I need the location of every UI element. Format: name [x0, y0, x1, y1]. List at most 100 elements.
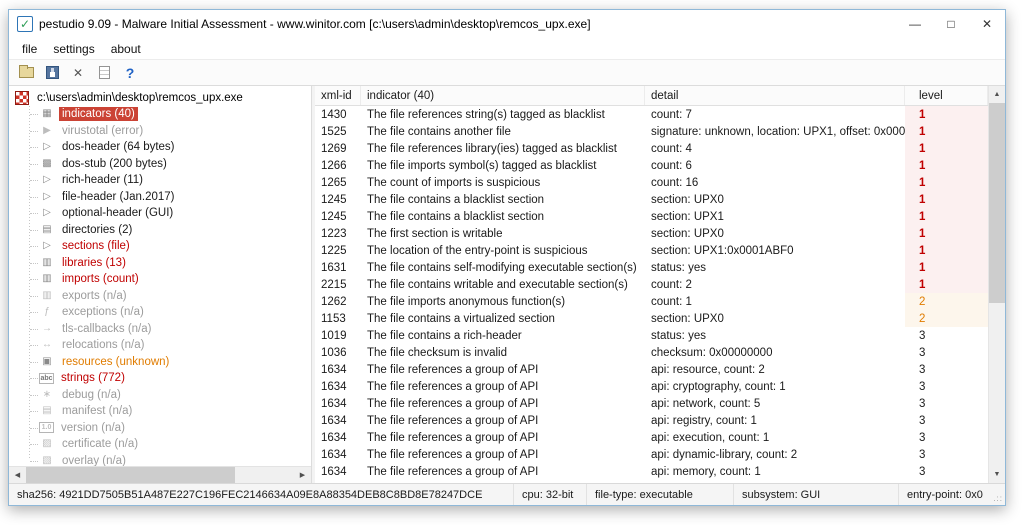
- cell-level: 2: [905, 310, 988, 327]
- statusbar: sha256: 4921DD7505B51A487E227C196FEC2146…: [9, 483, 1005, 505]
- tree-item-label: indicators (40): [59, 107, 138, 122]
- table-row[interactable]: 1269 The file references library(ies) tag…: [315, 140, 988, 157]
- table-row[interactable]: 1153 The file contains a virtualized sect…: [315, 310, 988, 327]
- menu-file[interactable]: file: [14, 40, 45, 58]
- table-row[interactable]: 1634 The file references a group of API ap…: [315, 429, 988, 446]
- cell-xml-id: 1265: [321, 176, 347, 189]
- table-row[interactable]: 2215 The file contains writable and execu…: [315, 276, 988, 293]
- scroll-right-arrow-icon[interactable]: ▶: [294, 467, 311, 483]
- version-icon: 1.0: [39, 422, 54, 434]
- tree-item-exports[interactable]: ▥ exports (n/a): [22, 288, 311, 305]
- table-row[interactable]: 1634 The file references a group of API ap…: [315, 378, 988, 395]
- tree-item-label: certificate (n/a): [62, 438, 139, 451]
- tree-item-file-header[interactable]: ▷ file-header (Jan.2017): [22, 189, 311, 206]
- menu-about[interactable]: about: [103, 40, 149, 58]
- tree-item-label: exports (n/a): [62, 289, 127, 302]
- tree-item-overlay[interactable]: ▧ overlay (n/a): [22, 453, 311, 466]
- tree-item-exceptions[interactable]: ƒ exceptions (n/a): [22, 304, 311, 321]
- close-file-button[interactable]: ✕: [67, 62, 89, 84]
- cell-xml-id: 1634: [321, 431, 347, 444]
- table-row[interactable]: 1266 The file imports symbol(s) tagged as…: [315, 157, 988, 174]
- vscroll-track[interactable]: [989, 103, 1005, 466]
- menu-settings[interactable]: settings: [45, 40, 102, 58]
- document-icon: [98, 66, 110, 79]
- open-file-button[interactable]: [15, 62, 37, 84]
- table-row[interactable]: 1225 The location of the entry-point is s…: [315, 242, 988, 259]
- scroll-left-arrow-icon[interactable]: ◀: [9, 467, 26, 483]
- tree-item-version[interactable]: 1.0 version (n/a): [22, 420, 311, 437]
- table-row[interactable]: 1634 The file references a group of API ap…: [315, 463, 988, 480]
- table-row[interactable]: 1036 The file checksum is invalid checksum…: [315, 344, 988, 361]
- cell-level: 3: [919, 329, 926, 342]
- cell-indicator: The file imports symbol(s) tagged as bla…: [367, 159, 597, 172]
- tree-item-indicators[interactable]: ▦ indicators (40): [22, 106, 311, 123]
- tree-root-file[interactable]: c:\users\admin\desktop\remcos_upx.exe: [13, 89, 311, 106]
- table-row[interactable]: 1262 The file imports anonymous function(…: [315, 293, 988, 310]
- tree-item-relocations[interactable]: ↔ relocations (n/a): [22, 337, 311, 354]
- tree-item-debug[interactable]: ∗ debug (n/a): [22, 387, 311, 404]
- tree-item-label: sections (file): [62, 240, 130, 253]
- table-row[interactable]: 1634 The file references a group of API ap…: [315, 361, 988, 378]
- table-row[interactable]: 1634 The file references a group of API ap…: [315, 412, 988, 429]
- table-body: 1430 The file references string(s) tagged…: [315, 106, 988, 483]
- scroll-up-arrow-icon[interactable]: ▲: [989, 86, 1005, 103]
- vscroll-thumb[interactable]: [989, 103, 1005, 303]
- table-row[interactable]: 1430 The file references string(s) tagged…: [315, 106, 988, 123]
- close-button[interactable]: ✕: [969, 10, 1005, 38]
- column-header-level[interactable]: level: [905, 86, 988, 105]
- cell-indicator: The file contains another file: [367, 125, 511, 138]
- cell-level: 1: [905, 225, 988, 242]
- tree-item-libraries[interactable]: ▥ libraries (13): [22, 255, 311, 272]
- exports-icon: ▥: [42, 289, 52, 301]
- scroll-down-arrow-icon[interactable]: ▼: [989, 466, 1005, 483]
- save-button[interactable]: [41, 62, 63, 84]
- table-row[interactable]: 1525 The file contains another file signat…: [315, 123, 988, 140]
- cell-xml-id: 1266: [321, 159, 347, 172]
- tree-item-imports[interactable]: ▥ imports (count): [22, 271, 311, 288]
- tree-item-certificate[interactable]: ▨ certificate (n/a): [22, 436, 311, 453]
- tree-item-dos-header[interactable]: ▷ dos-header (64 bytes): [22, 139, 311, 156]
- table-row[interactable]: 1634 The file references a group of API ap…: [315, 446, 988, 463]
- table-row[interactable]: 1265 The count of imports is suspicious co…: [315, 174, 988, 191]
- cell-indicator: The file references string(s) tagged as …: [367, 108, 605, 121]
- cell-xml-id: 1269: [321, 142, 347, 155]
- tree-item-manifest[interactable]: ▤ manifest (n/a): [22, 403, 311, 420]
- table-vertical-scrollbar[interactable]: ▲ ▼: [988, 86, 1005, 483]
- tree-item-dos-stub[interactable]: ▩ dos-stub (200 bytes): [22, 156, 311, 173]
- tree-item-rich-header[interactable]: ▷ rich-header (11): [22, 172, 311, 189]
- minimize-button[interactable]: —: [897, 10, 933, 38]
- help-button[interactable]: ?: [119, 62, 141, 84]
- table-row[interactable]: 1631 The file contains self-modifying exe…: [315, 259, 988, 276]
- libraries-icon: ▥: [42, 256, 52, 268]
- tree-item-optional-header[interactable]: ▷ optional-header (GUI): [22, 205, 311, 222]
- tree-item-directories[interactable]: ▤ directories (2): [22, 222, 311, 239]
- table-row[interactable]: 1245 The file contains a blacklist sectio…: [315, 191, 988, 208]
- tree-item-strings[interactable]: abc strings (772): [22, 370, 311, 387]
- cell-indicator: The file contains a virtualized section: [367, 312, 555, 325]
- hscroll-track[interactable]: [26, 467, 294, 483]
- cell-xml-id: 1634: [321, 397, 347, 410]
- imports-icon: ▥: [42, 273, 52, 285]
- maximize-button[interactable]: □: [933, 10, 969, 38]
- table-row[interactable]: 1019 The file contains a rich-header statu…: [315, 327, 988, 344]
- tree-horizontal-scrollbar[interactable]: ◀ ▶: [9, 466, 311, 483]
- column-header-indicator[interactable]: indicator (40): [361, 86, 645, 105]
- resize-grip[interactable]: .::: [993, 484, 1005, 505]
- hscroll-thumb[interactable]: [26, 467, 236, 483]
- report-button[interactable]: [93, 62, 115, 84]
- tree-item-tls-callbacks[interactable]: → tls-callbacks (n/a): [22, 321, 311, 338]
- column-header-detail[interactable]: detail: [645, 86, 905, 105]
- save-icon: [45, 66, 59, 79]
- cell-xml-id: 1634: [321, 448, 347, 461]
- cell-xml-id: 1634: [321, 380, 347, 393]
- tree-item-sections[interactable]: ▷ sections (file): [22, 238, 311, 255]
- column-header-xml-id[interactable]: xml-id: [315, 86, 361, 105]
- table-row[interactable]: 1634 The file references a group of API ap…: [315, 395, 988, 412]
- tree-item-virustotal[interactable]: ▶ virustotal (error): [22, 123, 311, 140]
- cell-level: 1: [905, 208, 988, 225]
- titlebar[interactable]: ✓ pestudio 9.09 - Malware Initial Assess…: [9, 10, 1005, 38]
- tree-item-resources[interactable]: ▣ resources (unknown): [22, 354, 311, 371]
- table-row[interactable]: 1245 The file contains a blacklist sectio…: [315, 208, 988, 225]
- toolbar: ✕?: [9, 59, 1005, 86]
- table-row[interactable]: 1223 The first section is writable section…: [315, 225, 988, 242]
